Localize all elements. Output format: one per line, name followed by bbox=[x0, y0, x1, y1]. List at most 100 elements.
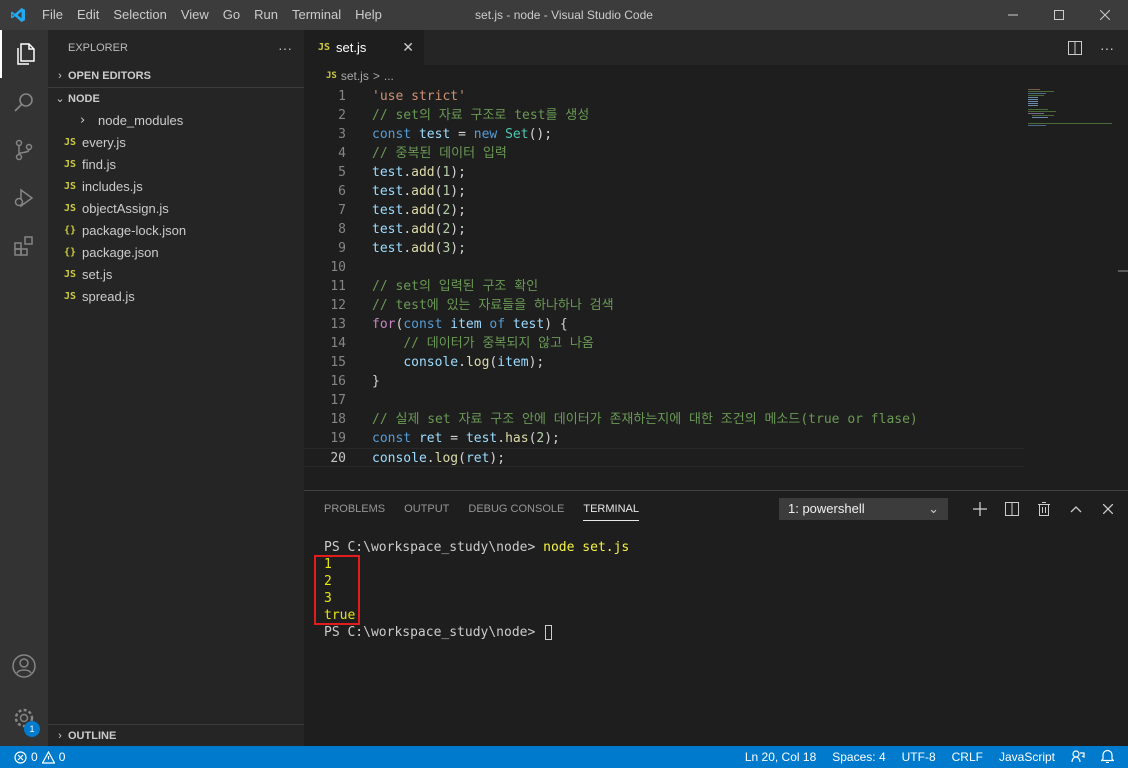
extensions-button[interactable] bbox=[0, 222, 48, 270]
split-terminal-button[interactable] bbox=[996, 491, 1028, 527]
tree-item-includes-js[interactable]: JS includes.js bbox=[48, 175, 304, 197]
tab-terminal[interactable]: TERMINAL bbox=[583, 491, 639, 527]
split-editor-icon[interactable] bbox=[1068, 40, 1082, 55]
menu-edit[interactable]: Edit bbox=[70, 0, 106, 30]
line-number: 15 bbox=[330, 355, 346, 370]
search-button[interactable] bbox=[0, 78, 48, 126]
minimap[interactable] bbox=[1026, 87, 1116, 127]
code-line[interactable]: 10 bbox=[304, 258, 1024, 277]
tab-close-button[interactable]: ✕ bbox=[402, 39, 414, 56]
tree-item-package-json[interactable]: {} package.json bbox=[48, 241, 304, 263]
tab-output[interactable]: OUTPUT bbox=[404, 491, 449, 527]
tree-item-set-js[interactable]: JS set.js bbox=[48, 263, 304, 285]
breadcrumb-separator: > bbox=[372, 69, 380, 83]
code-token: new bbox=[473, 127, 498, 142]
tab-set-js[interactable]: JS set.js ✕ bbox=[304, 30, 424, 65]
code-line[interactable]: 12 // test에 있는 자료들을 하나하나 검색 bbox=[304, 296, 1024, 315]
code-line[interactable]: 11 // set의 입력된 구조 확인 bbox=[304, 277, 1024, 296]
notifications-button[interactable] bbox=[1100, 749, 1115, 766]
close-panel-button[interactable] bbox=[1092, 491, 1124, 527]
code-line[interactable]: 3 const test = new Set(); bbox=[304, 125, 1024, 144]
explorer-header: EXPLORER ··· bbox=[48, 30, 304, 65]
tree-item-node-modules[interactable]: › node_modules bbox=[48, 109, 304, 131]
error-icon bbox=[14, 750, 27, 764]
maximize-button[interactable] bbox=[1036, 0, 1082, 30]
code-area[interactable]: 1'use strict' 2// set의 자료 구조로 test를 생성 3 co… bbox=[304, 87, 1024, 467]
code-line[interactable]: 15 console.log(item); bbox=[304, 353, 1024, 372]
code-line[interactable]: 20 console.log(ret); bbox=[304, 448, 1024, 467]
split-terminal-icon bbox=[1005, 502, 1019, 516]
line-number: 13 bbox=[330, 317, 346, 332]
menu-terminal[interactable]: Terminal bbox=[285, 0, 348, 30]
tree-item-objectassign-js[interactable]: JS objectAssign.js bbox=[48, 197, 304, 219]
breadcrumb-rest[interactable]: ... bbox=[384, 69, 394, 83]
js-file-icon: JS bbox=[64, 290, 77, 302]
new-terminal-button[interactable] bbox=[964, 491, 996, 527]
menu-help[interactable]: Help bbox=[348, 0, 389, 30]
run-debug-button[interactable] bbox=[0, 174, 48, 222]
source-control-button[interactable] bbox=[0, 126, 48, 174]
open-editors-section[interactable]: › OPEN EDITORS bbox=[48, 65, 304, 87]
account-icon bbox=[12, 654, 36, 678]
menu-view[interactable]: View bbox=[174, 0, 216, 30]
code-line[interactable]: 6 test.add(1); bbox=[304, 182, 1024, 201]
code-line[interactable]: 7 test.add(2); bbox=[304, 201, 1024, 220]
account-button[interactable] bbox=[0, 642, 48, 690]
line-number: 18 bbox=[330, 412, 346, 427]
breadcrumb-file[interactable]: set.js bbox=[341, 69, 369, 83]
tree-item-find-js[interactable]: JS find.js bbox=[48, 153, 304, 175]
outline-section[interactable]: › OUTLINE bbox=[48, 724, 304, 746]
code-line[interactable]: 14 // 데이터가 중복되지 않고 나옴 bbox=[304, 334, 1024, 353]
code-token: ); bbox=[544, 431, 560, 446]
code-line[interactable]: 19 const ret = test.has(2); bbox=[304, 429, 1024, 448]
tree-item-package-lock-json[interactable]: {} package-lock.json bbox=[48, 219, 304, 241]
code-line[interactable]: 8 test.add(2); bbox=[304, 220, 1024, 239]
problems-status[interactable]: 0 0 bbox=[0, 750, 65, 764]
close-window-button[interactable] bbox=[1082, 0, 1128, 30]
kill-terminal-button[interactable] bbox=[1028, 491, 1060, 527]
code-token: ) { bbox=[544, 317, 568, 332]
tab-problems[interactable]: PROBLEMS bbox=[324, 491, 385, 527]
more-actions-button[interactable]: ··· bbox=[278, 40, 292, 56]
menu-run[interactable]: Run bbox=[247, 0, 285, 30]
explorer-button[interactable] bbox=[0, 30, 48, 78]
tree-item-every-js[interactable]: JS every.js bbox=[48, 131, 304, 153]
minimize-button[interactable] bbox=[990, 0, 1036, 30]
language-mode[interactable]: JavaScript bbox=[999, 750, 1055, 764]
feedback-icon bbox=[1071, 749, 1085, 762]
tree-item-spread-js[interactable]: JS spread.js bbox=[48, 285, 304, 307]
manage-button[interactable]: 1 bbox=[0, 694, 48, 742]
chevron-right-icon: › bbox=[58, 70, 62, 82]
menu-file[interactable]: File bbox=[35, 0, 70, 30]
menu-selection[interactable]: Selection bbox=[106, 0, 173, 30]
panel-actions bbox=[964, 491, 1124, 527]
code-line[interactable]: 4 // 중복된 데이터 입력 bbox=[304, 144, 1024, 163]
terminal-select[interactable]: 1: powershell ⌄ bbox=[779, 498, 948, 520]
code-line[interactable]: 9 test.add(3); bbox=[304, 239, 1024, 258]
terminal-output[interactable]: PS C:\workspace_study\node> node set.js … bbox=[324, 539, 629, 641]
feedback-button[interactable] bbox=[1071, 749, 1085, 766]
tab-debug-console[interactable]: DEBUG CONSOLE bbox=[468, 491, 564, 527]
code-line[interactable]: 18 // 실제 set 자료 구조 안에 데이터가 존재하는지에 대한 조건의 … bbox=[304, 410, 1024, 429]
chevron-down-icon: ⌄ bbox=[55, 93, 65, 105]
code-text: // 중복된 데이터 입력 bbox=[346, 144, 507, 163]
code-token: add bbox=[411, 241, 435, 256]
more-actions-button[interactable]: ··· bbox=[1100, 40, 1114, 56]
tree-item-label: package.json bbox=[82, 244, 159, 260]
cursor-position[interactable]: Ln 20, Col 18 bbox=[745, 750, 816, 764]
code-line[interactable]: 13 for(const item of test) { bbox=[304, 315, 1024, 334]
code-token: console bbox=[403, 355, 459, 370]
code-line[interactable]: 5 test.add(1); bbox=[304, 163, 1024, 182]
line-ending[interactable]: CRLF bbox=[952, 750, 983, 764]
indentation[interactable]: Spaces: 4 bbox=[832, 750, 885, 764]
code-line[interactable]: 17 bbox=[304, 391, 1024, 410]
menu-go[interactable]: Go bbox=[216, 0, 247, 30]
code-line[interactable]: 1 'use strict' bbox=[304, 87, 1024, 106]
node-folder-section[interactable]: ⌄ NODE bbox=[48, 87, 304, 109]
code-line[interactable]: 16} bbox=[304, 372, 1024, 391]
maximize-panel-button[interactable] bbox=[1060, 491, 1092, 527]
code-token: // 중복된 데이터 입력 bbox=[372, 146, 507, 161]
open-editors-label: OPEN EDITORS bbox=[68, 70, 151, 82]
code-line[interactable]: 2 // set의 자료 구조로 test를 생성 bbox=[304, 106, 1024, 125]
encoding[interactable]: UTF-8 bbox=[902, 750, 936, 764]
